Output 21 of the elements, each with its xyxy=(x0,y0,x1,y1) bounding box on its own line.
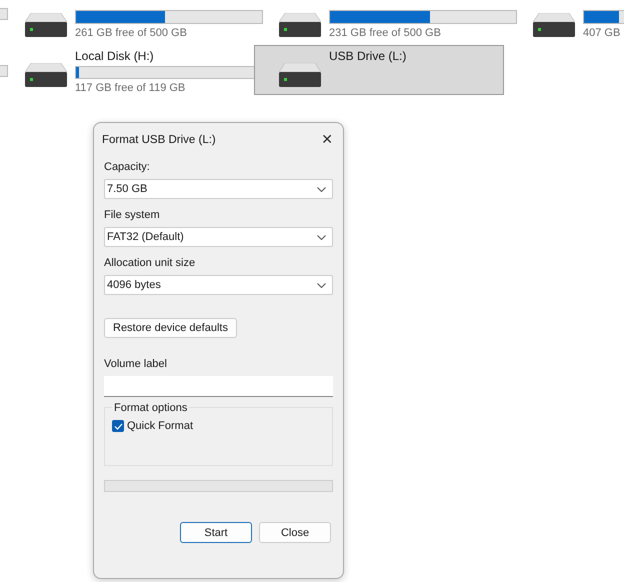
field-label: Allocation unit size xyxy=(104,257,196,271)
free-space-text: 117 GB free of 119 GB xyxy=(75,82,186,94)
dropdown[interactable]: 4096 bytes xyxy=(104,275,333,295)
field-label: Capacity: xyxy=(104,161,151,175)
dropdown[interactable]: 7.50 GB xyxy=(104,179,333,199)
dialog-button[interactable]: Start xyxy=(180,522,252,543)
close-button[interactable]: ✕ xyxy=(317,132,337,148)
free-space-text: 231 GB free of 500 GB xyxy=(329,27,442,39)
checkbox-label: Quick Format xyxy=(127,420,194,432)
field-label: Volume label xyxy=(104,358,168,372)
free-space-text: 407 GB xyxy=(583,27,622,39)
free-space-text: 261 GB free of 500 GB xyxy=(75,27,188,39)
dialog-button[interactable]: Close xyxy=(259,522,331,543)
drive-name: Local Disk (H:) xyxy=(75,48,155,65)
group-title: Format options xyxy=(112,402,190,414)
restore-defaults-button[interactable]: Restore device defaults xyxy=(104,318,237,338)
window-title: Format USB Drive (L:) xyxy=(102,134,216,146)
drive-tile[interactable]: USB Drive (L:) xyxy=(254,45,504,95)
field-label: File system xyxy=(104,209,161,223)
dropdown[interactable]: FAT32 (Default) xyxy=(104,227,333,247)
drive-name: USB Drive (L:) xyxy=(329,48,406,65)
